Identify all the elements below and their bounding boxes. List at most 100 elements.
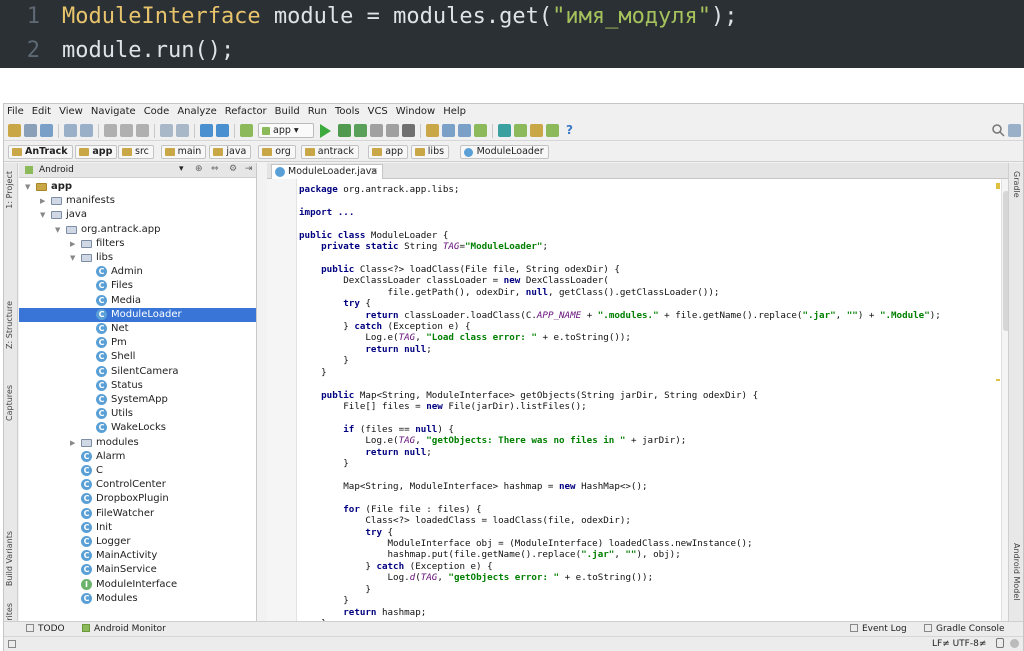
tree-folder[interactable]: ▼ app — [19, 180, 256, 194]
breadcrumb-app[interactable]: app — [368, 145, 409, 159]
breadcrumb-antrack[interactable]: antrack — [300, 145, 359, 159]
collapsed-arrow-icon[interactable]: ▶ — [70, 237, 78, 251]
tree-folder[interactable]: ▶ filters — [19, 237, 256, 251]
warning-marker[interactable] — [996, 379, 1000, 381]
tree-class-item[interactable]: C MainService — [19, 563, 256, 577]
menu-vcs[interactable]: VCS — [365, 104, 393, 117]
code-line[interactable]: Map<String, ModuleInterface> hashmap = n… — [299, 481, 647, 492]
gradle-console-tool[interactable]: Gradle Console — [924, 624, 1005, 634]
project-structure-icon[interactable] — [426, 124, 439, 137]
tree-folder[interactable]: ▶ modules — [19, 436, 256, 450]
tool-android-model[interactable]: Android Model — [1009, 543, 1021, 601]
open-icon[interactable] — [8, 124, 21, 137]
tool-project[interactable]: 1: Project — [5, 171, 17, 209]
code-line[interactable]: } — [299, 367, 327, 378]
run-icon[interactable] — [320, 124, 331, 138]
code-line[interactable]: try { — [299, 527, 393, 538]
tree-class-item[interactable]: C ControlCenter — [19, 478, 256, 492]
menu-run[interactable]: Run — [305, 104, 332, 117]
lock-icon[interactable] — [996, 638, 1004, 648]
breadcrumb-src[interactable]: src — [118, 145, 154, 159]
run-config-select[interactable]: app ▾ — [258, 123, 314, 138]
code-line[interactable]: } — [299, 355, 349, 366]
tree-folder[interactable]: ▶ manifests — [19, 194, 256, 208]
code-line[interactable]: } — [299, 458, 349, 469]
tree-class-item[interactable]: I ModuleInterface — [19, 578, 256, 592]
tree-folder[interactable]: ▼ libs — [19, 251, 256, 265]
sync-gradle-icon[interactable] — [498, 124, 511, 137]
code-line[interactable]: return classLoader.loadClass(C.APP_NAME … — [299, 310, 940, 321]
encoding-indicator[interactable]: LF≠ UTF-8≠ — [932, 639, 986, 649]
warning-marker[interactable] — [996, 183, 1000, 189]
code-line[interactable]: private static String TAG="ModuleLoader"… — [299, 241, 548, 252]
find-icon[interactable] — [160, 124, 173, 137]
menu-tools[interactable]: Tools — [332, 104, 365, 117]
tree-class-item[interactable]: C DropboxPlugin — [19, 492, 256, 506]
code-line[interactable]: Class<?> loadedClass = loadClass(file, o… — [299, 515, 631, 526]
code-line[interactable]: } — [299, 595, 349, 606]
collapsed-arrow-icon[interactable]: ▶ — [70, 436, 78, 450]
menu-analyze[interactable]: Analyze — [174, 104, 221, 117]
coverage-icon[interactable] — [354, 124, 367, 137]
code-line[interactable]: Log.d(TAG, "getObjects error: " + e.toSt… — [299, 572, 654, 583]
tree-class-item[interactable]: C Status — [19, 379, 256, 393]
android-device-icon[interactable] — [546, 124, 559, 137]
help-icon[interactable]: ? — [566, 124, 579, 137]
menu-window[interactable]: Window — [393, 104, 440, 117]
expanded-arrow-icon[interactable]: ▼ — [55, 223, 63, 237]
code-line[interactable]: public Map<String, ModuleInterface> getO… — [299, 390, 758, 401]
code-line[interactable]: return null; — [299, 344, 431, 355]
code-line[interactable]: DexClassLoader classLoader = new DexClas… — [299, 275, 609, 286]
copy-icon[interactable] — [120, 124, 133, 137]
gear-icon[interactable]: ⚙ — [229, 164, 237, 174]
tree-class-item[interactable]: C WakeLocks — [19, 421, 256, 435]
tool-structure[interactable]: Z: Structure — [5, 301, 17, 349]
menu-code[interactable]: Code — [141, 104, 175, 117]
save-icon[interactable] — [24, 124, 37, 137]
breadcrumb-antrack[interactable]: AnTrack — [8, 145, 73, 159]
expanded-arrow-icon[interactable]: ▼ — [40, 208, 48, 222]
view-dropdown-icon[interactable]: ▾ — [179, 164, 184, 174]
project-view-select[interactable]: Android — [39, 165, 74, 175]
replace-icon[interactable] — [176, 124, 189, 137]
forward-icon[interactable] — [216, 124, 229, 137]
layout-icon[interactable] — [1008, 124, 1021, 137]
menu-view[interactable]: View — [56, 104, 88, 117]
paste-icon[interactable] — [136, 124, 149, 137]
undo-icon[interactable] — [64, 124, 77, 137]
make-icon[interactable] — [240, 124, 253, 137]
breadcrumb-libs[interactable]: libs — [410, 145, 450, 159]
menu-file[interactable]: File — [4, 104, 29, 117]
tree-class-item[interactable]: C Utils — [19, 407, 256, 421]
menu-build[interactable]: Build — [272, 104, 305, 117]
layout-toggle-icon[interactable] — [8, 640, 16, 648]
code-line[interactable]: for (File file : files) { — [299, 504, 481, 515]
tree-class-item[interactable]: C Init — [19, 521, 256, 535]
code-editor[interactable]: ModuleLoader.java × package org.antrack.… — [267, 163, 1010, 629]
redo-icon[interactable] — [80, 124, 93, 137]
tree-class-item[interactable]: C Logger — [19, 535, 256, 549]
hide-icon[interactable]: ⇥ — [245, 164, 253, 174]
tree-folder[interactable]: ▼ java — [19, 208, 256, 222]
code-line[interactable]: File[] files = new File(jarDir).listFile… — [299, 401, 586, 412]
code-line[interactable]: ModuleInterface obj = (ModuleInterface) … — [299, 538, 753, 549]
breadcrumb-app[interactable]: app — [75, 145, 118, 159]
breadcrumb-moduleloader[interactable]: ModuleLoader — [459, 145, 549, 159]
tree-class-item[interactable]: C Alarm — [19, 450, 256, 464]
code-line[interactable]: return null; — [299, 447, 431, 458]
code-line[interactable]: } catch (Exception e) { — [299, 321, 470, 332]
search-everywhere-icon[interactable] — [992, 124, 1005, 137]
tool-captures[interactable]: Captures — [5, 385, 17, 421]
tree-class-item[interactable]: C SystemApp — [19, 393, 256, 407]
sdk-manager-icon[interactable] — [514, 124, 527, 137]
code-line[interactable]: if (files == null) { — [299, 424, 454, 435]
code-line[interactable]: package org.antrack.app.libs; — [299, 184, 459, 195]
code-line[interactable]: Log.e(TAG, "Load class error: " + e.toSt… — [299, 332, 631, 343]
tree-folder[interactable]: ▼ org.antrack.app — [19, 223, 256, 237]
settings-icon[interactable] — [442, 124, 455, 137]
close-icon[interactable]: × — [370, 165, 378, 179]
code-line[interactable]: file.getPath(), odexDir, null, getClass(… — [299, 287, 720, 298]
menu-refactor[interactable]: Refactor — [222, 104, 272, 117]
tree-class-item[interactable]: C Files — [19, 279, 256, 293]
tree-class-item[interactable]: C MainActivity — [19, 549, 256, 563]
